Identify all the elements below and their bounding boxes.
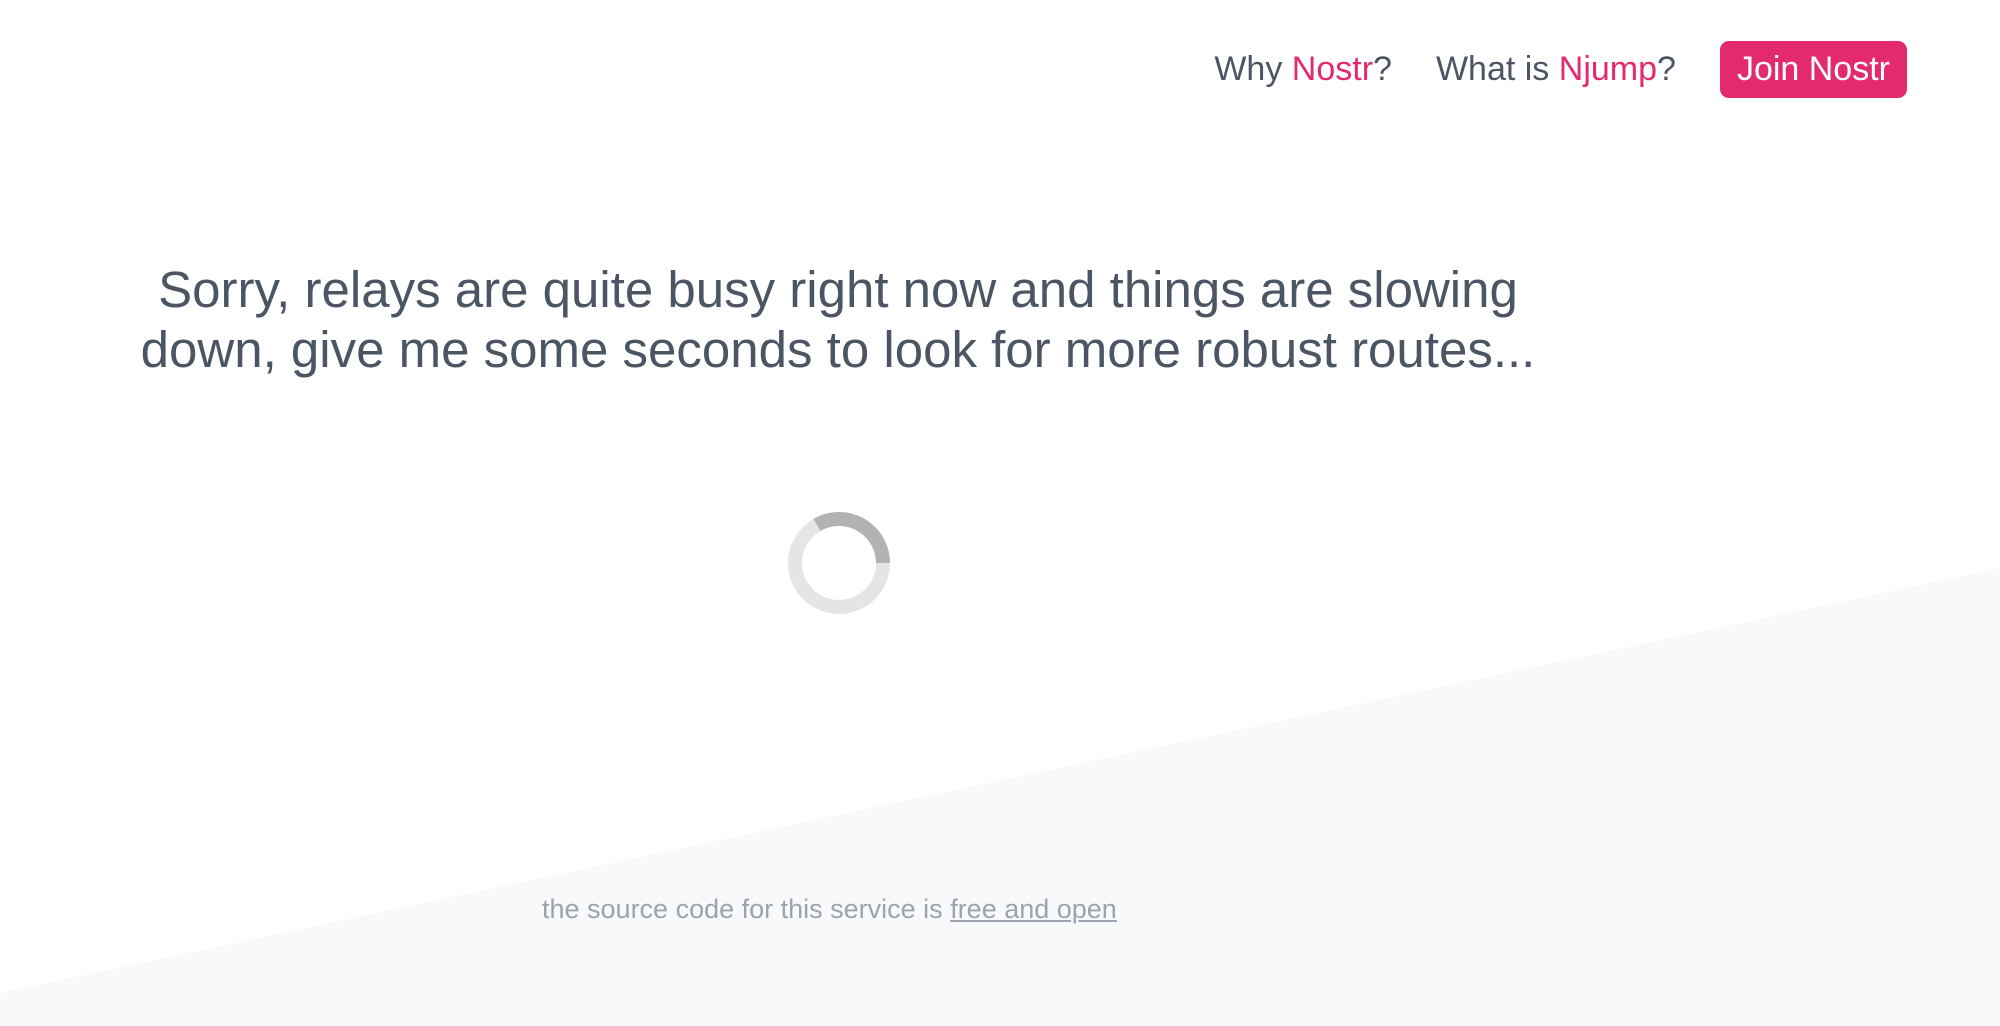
loading-spinner-icon xyxy=(788,512,890,614)
relays-busy-message: Sorry, relays are quite busy right now a… xyxy=(140,261,1536,378)
what-is-njump-accent: Njump xyxy=(1558,49,1658,88)
footer-source-note: the source code for this service is free… xyxy=(542,894,1117,925)
background-wedge xyxy=(0,568,2000,1026)
why-nostr-link[interactable]: Why Nostr? xyxy=(1214,50,1392,89)
why-nostr-suffix: ? xyxy=(1373,49,1392,88)
what-is-njump-suffix: ? xyxy=(1657,49,1676,88)
what-is-njump-prefix: What is xyxy=(1435,49,1559,88)
free-and-open-link[interactable]: free and open xyxy=(950,894,1117,924)
what-is-njump-link[interactable]: What is Njump? xyxy=(1436,50,1676,89)
spinner-arc xyxy=(813,512,890,564)
join-nostr-button[interactable]: Join Nostr xyxy=(1719,40,1907,98)
footer-text: the source code for this service is xyxy=(542,894,951,924)
top-navigation: Why Nostr? What is Njump? Join Nostr xyxy=(1214,40,1907,98)
why-nostr-accent: Nostr xyxy=(1291,49,1374,88)
why-nostr-prefix: Why xyxy=(1214,49,1292,88)
